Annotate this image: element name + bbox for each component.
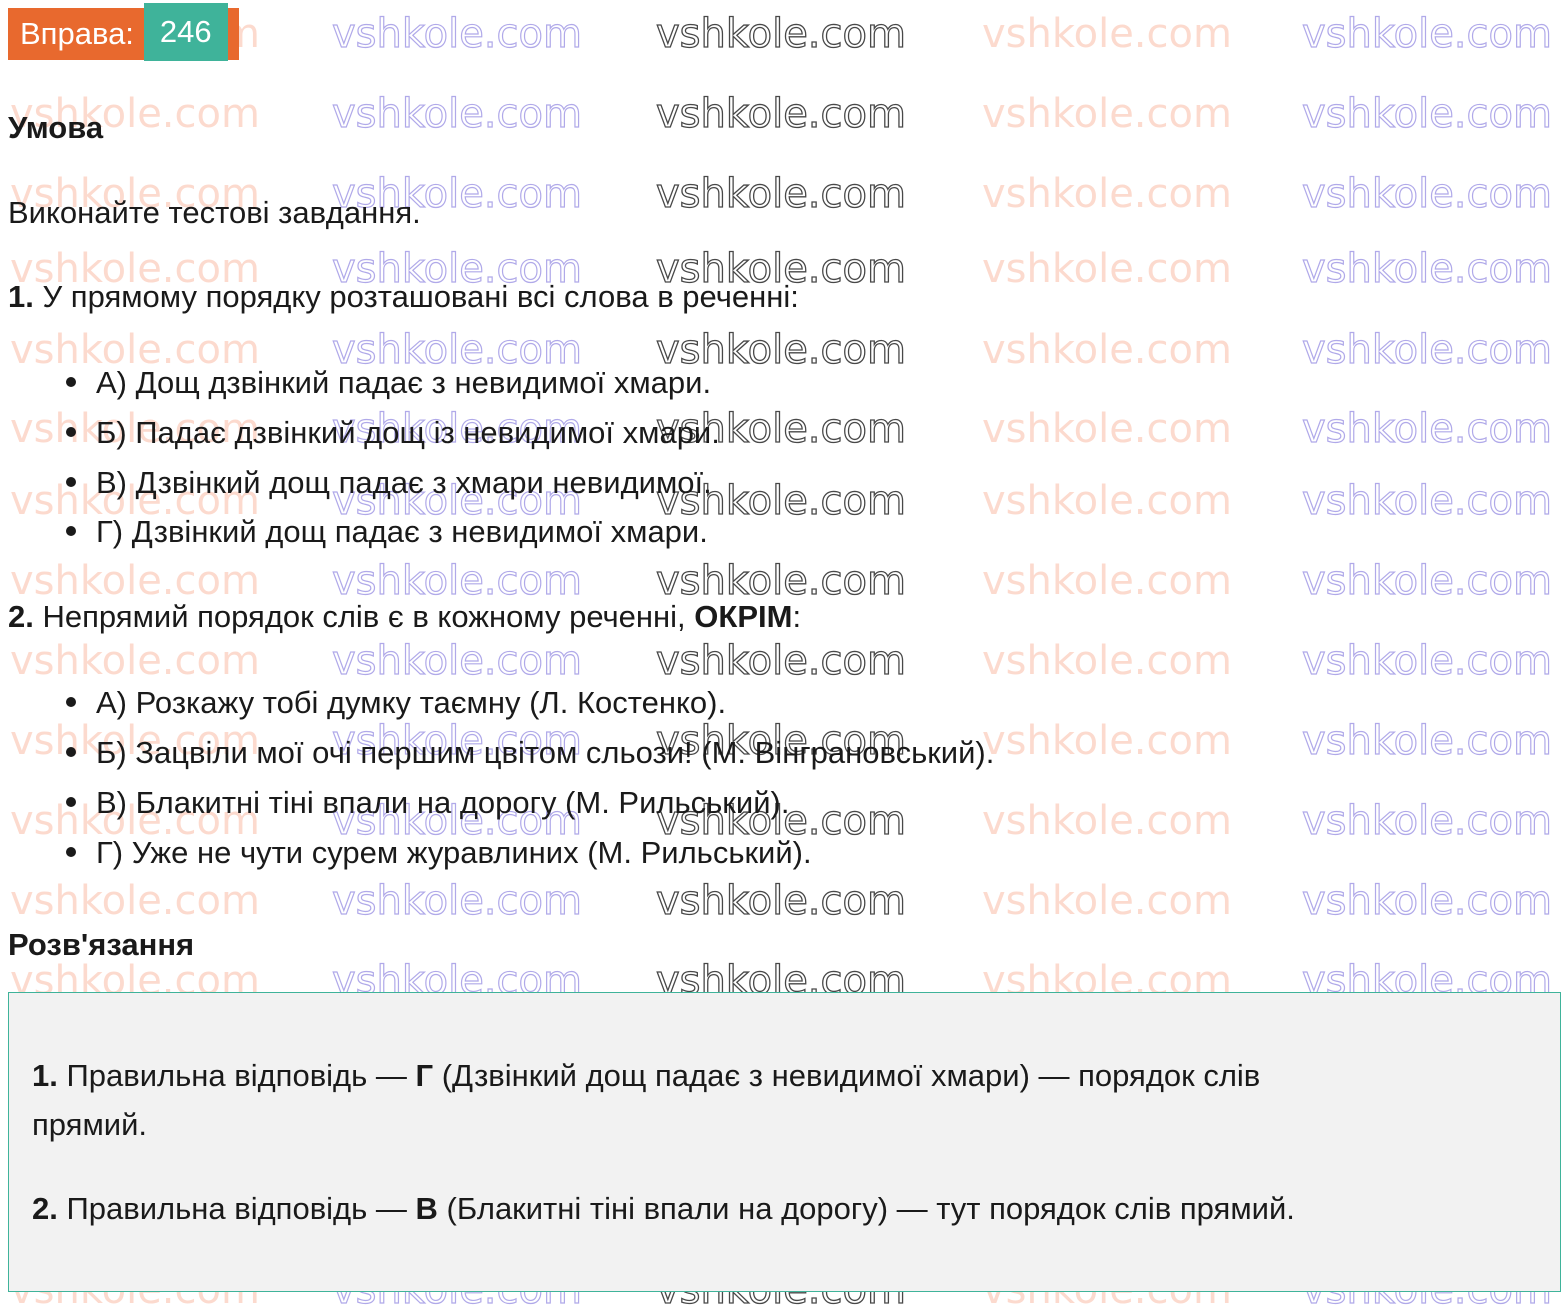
- question-2: 2. Непрямий порядок слів є в кожному реч…: [8, 599, 801, 635]
- option-text: А) Дощ дзвінкий падає з невидимої хмари.: [96, 365, 712, 400]
- bullet-icon: [66, 846, 76, 857]
- solution-heading: Розв'язання: [8, 927, 195, 962]
- question-1: 1. У прямому порядку розташовані всі сло…: [8, 279, 799, 315]
- option-text: Г) Дзвінкий дощ падає з невидимої хмари.: [96, 514, 708, 549]
- question-1-text: У прямому порядку розташовані всі слова …: [33, 279, 799, 314]
- bullet-icon: [66, 696, 76, 707]
- bullet-icon: [66, 426, 76, 437]
- option-text: В) Дзвінкий дощ падає з хмари невидимої.: [96, 465, 712, 500]
- answer-1-letter: Г: [415, 1058, 434, 1093]
- option-text: Б) Зацвіли мої очі першим цвітом сльози!…: [96, 735, 995, 770]
- option-text: В) Блакитні тіні впали на дорогу (М. Рил…: [96, 785, 790, 820]
- answer-1-prefix: Правильна відповідь —: [57, 1058, 416, 1093]
- bullet-icon: [66, 746, 76, 757]
- bullet-icon: [66, 796, 76, 807]
- answer-1-explanation: (Дзвінкий дощ падає з невидимої хмари) —…: [433, 1058, 1261, 1093]
- question-2-bold-word: ОКРІМ: [694, 599, 793, 634]
- exercise-badge-number: 246: [143, 3, 228, 61]
- question-2-option-d: Г) Уже не чути сурем журавлиних (М. Риль…: [66, 835, 812, 871]
- answer-2-prefix: Правильна відповідь —: [57, 1191, 416, 1226]
- answer-2-explanation: (Блакитні тіні впали на дорогу) — тут по…: [437, 1191, 1295, 1226]
- instruction-text: Виконайте тестові завдання.: [8, 195, 421, 230]
- question-2-text: Непрямий порядок слів є в кожному реченн…: [33, 599, 695, 634]
- answer-2-letter: В: [415, 1191, 438, 1226]
- question-2-number: 2.: [8, 599, 34, 634]
- answer-1-line-1: 1. Правильна відповідь — Г (Дзвінкий дощ…: [32, 1052, 1260, 1100]
- solution-box: [8, 992, 1561, 1292]
- answer-1-line-2: прямий.: [32, 1107, 148, 1142]
- bullet-icon: [66, 376, 76, 387]
- question-2-option-a: А) Розкажу тобі думку таємну (Л. Костенк…: [66, 685, 726, 721]
- exercise-badge: Вправа: 246: [8, 3, 239, 61]
- question-1-option-a: А) Дощ дзвінкий падає з невидимої хмари.: [66, 365, 711, 401]
- question-1-number: 1.: [8, 279, 34, 314]
- question-1-option-d: Г) Дзвінкий дощ падає з невидимої хмари.: [66, 514, 708, 550]
- page-content: Вправа: 246 Умова Виконайте тестові завд…: [0, 0, 1568, 1296]
- option-text: А) Розкажу тобі думку таємну (Л. Костенк…: [96, 685, 727, 720]
- question-1-option-b: Б) Падає дзвінкий дощ із невидимої хмари…: [66, 415, 720, 451]
- question-2-option-c: В) Блакитні тіні впали на дорогу (М. Рил…: [66, 785, 789, 821]
- bullet-icon: [66, 476, 76, 487]
- option-text: Б) Падає дзвінкий дощ із невидимої хмари…: [96, 415, 720, 450]
- option-text: Г) Уже не чути сурем журавлиних (М. Риль…: [96, 835, 812, 870]
- question-1-option-c: В) Дзвінкий дощ падає з хмари невидимої.: [66, 465, 712, 501]
- exercise-badge-tail: [227, 8, 239, 60]
- bullet-icon: [66, 525, 76, 536]
- answer-2: 2. Правильна відповідь — В (Блакитні тін…: [32, 1185, 1295, 1233]
- condition-heading: Умова: [8, 110, 104, 145]
- answer-1-number: 1.: [32, 1058, 58, 1093]
- question-2-option-b: Б) Зацвіли мої очі першим цвітом сльози!…: [66, 735, 994, 771]
- question-2-text-end: :: [792, 599, 802, 634]
- answer-2-number: 2.: [32, 1191, 58, 1226]
- exercise-badge-label: Вправа:: [8, 8, 144, 60]
